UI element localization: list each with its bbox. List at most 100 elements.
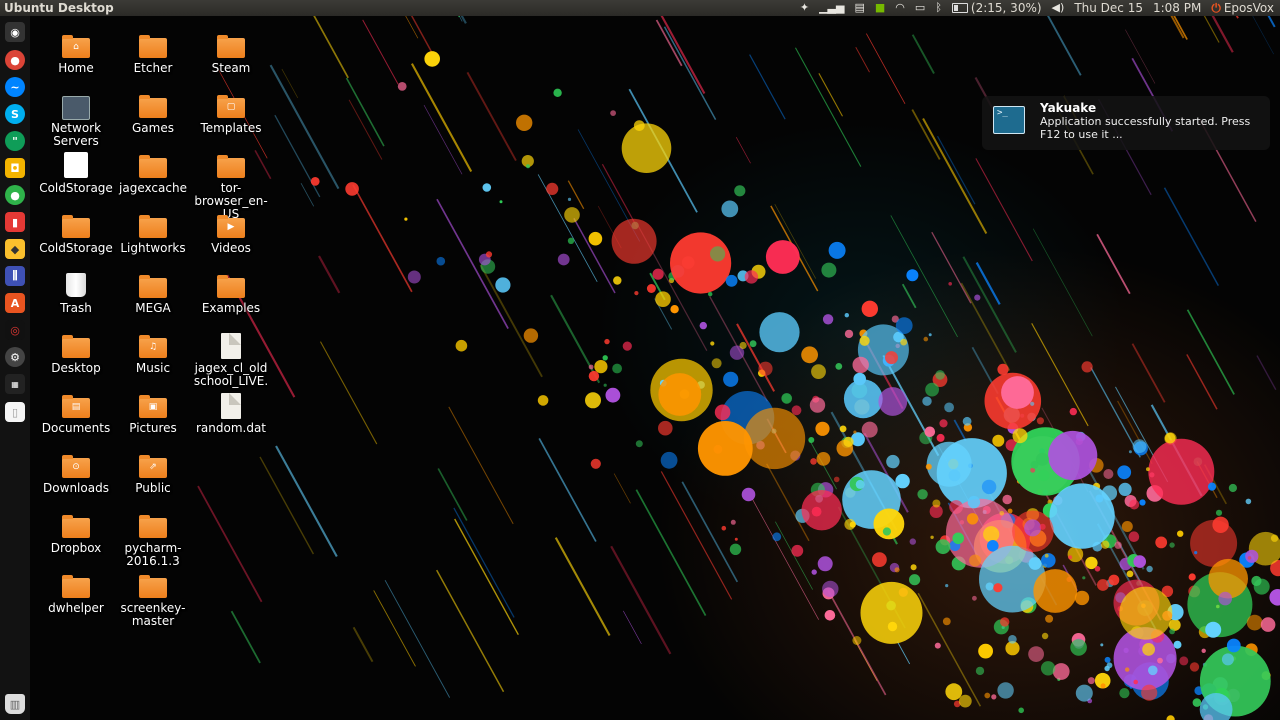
wallpaper-dot [759,312,800,353]
wallpaper-dot [1108,574,1120,586]
desktop-icon-trash[interactable]: Trash [38,273,114,315]
wallpaper-dot [1100,683,1106,689]
app-yellow-icon[interactable]: ◆ [5,239,25,259]
app-green-icon[interactable]: ● [5,185,25,205]
chrome-icon[interactable]: ● [5,50,25,70]
desktop-icon-examples[interactable]: Examples [193,275,269,315]
messenger-icon[interactable]: ~ [5,77,25,97]
software-center-icon[interactable]: A [5,293,25,313]
desktop-icon-coldstorage[interactable]: ColdStorage [38,152,114,195]
wallpaper-dot [1228,483,1237,493]
desktop-icon-music[interactable]: ♫ Music [115,335,191,375]
desktop-icon-templates[interactable]: ▢ Templates [193,95,269,135]
desktop-icon-dropbox[interactable]: Dropbox [38,515,114,555]
desktop-icon-etcher[interactable]: Etcher [115,35,191,75]
desktop-icon-public[interactable]: ⇗ Public [115,455,191,495]
wallpaper-dot [855,479,865,489]
desktop-icon-jagex-cl-oldschool-live[interactable]: jagex_cl_oldschool_LIVE.... [193,333,269,401]
wallpaper-streak [1031,323,1089,427]
wallpaper-dot [485,251,493,258]
desktop-icon-tor-browser-en-us[interactable]: tor-browser_en-US [193,155,269,221]
desktop-icon-label: MEGA [135,301,171,315]
wallpaper-dot [801,490,842,531]
wallpaper-dot [1000,617,1010,627]
wallpaper-dot [635,440,643,448]
folder-icon [62,215,90,238]
desktop-icon-documents[interactable]: ▤ Documents [38,395,114,435]
wallpaper-dot [1030,460,1039,469]
wallpaper-dot [936,433,945,442]
sysmonitor-indicator-icon[interactable]: ▁▃▅ [819,0,844,16]
desktop-icon-steam[interactable]: Steam [193,35,269,75]
desktop-icon-lightworks[interactable]: Lightworks [115,215,191,255]
wallpaper-streak [613,473,631,504]
battery-indicator[interactable]: (2:15, 30%) [951,0,1042,16]
wallpaper-streak [622,610,642,645]
wallpaper-dot [824,610,836,621]
skype-icon[interactable]: S [5,104,25,124]
wallpaper-dot [407,270,421,284]
desktop-icon-mega[interactable]: MEGA [115,275,191,315]
dropbox-indicator-icon[interactable]: ✦ [800,0,809,16]
desktop-icon-network-servers[interactable]: Network Servers [38,96,114,148]
wallpaper-dot [612,363,622,374]
date-indicator[interactable]: Thu Dec 15 [1074,0,1143,16]
wallpaper-streak [735,137,751,164]
hangouts-icon[interactable]: " [5,131,25,151]
wallpaper-dot [1094,566,1101,572]
mixer-icon[interactable]: ⫼ [5,266,25,286]
wallpaper-dot [1148,665,1158,676]
discord-icon[interactable]: ◘ [5,158,25,178]
desktop-icon-downloads[interactable]: ⊙ Downloads [38,455,114,495]
wallpaper-streak [660,471,733,600]
wallpaper-dot [1221,653,1234,666]
desktop-icon-dwhelper[interactable]: dwhelper [38,575,114,615]
nvidia-indicator-icon[interactable]: ■ [875,0,885,16]
volume-indicator-icon[interactable]: ◀) [1052,0,1065,16]
keyboard-indicator-icon[interactable]: ▤ [854,0,864,16]
blank-doc-icon[interactable]: ▯ [5,402,25,422]
wallpaper-dot [1215,509,1223,516]
folder-icon: ⌂ [62,35,90,58]
wallpaper-dot [729,543,742,555]
clock-indicator[interactable]: 1:08 PM [1153,0,1201,16]
bluetooth-indicator-icon[interactable]: ᛒ [935,0,942,16]
trash-icon[interactable]: ▥ [5,694,25,714]
desktop-icon-pycharm-2016-1-3[interactable]: pycharm-2016.1.3 [115,515,191,568]
wallpaper-streak [384,579,451,698]
keyboard-layout-icon[interactable]: ▭ [915,0,925,16]
wallpaper-dot [1040,661,1056,676]
wallpaper-dot [924,426,936,438]
desktop-icon-screenkey-master[interactable]: screenkey-master [115,575,191,628]
desktop-icon-jagexcache[interactable]: jagexcache [115,155,191,195]
desktop-icon-desktop[interactable]: Desktop [38,335,114,375]
desktop-icon-random-dat[interactable]: random.dat [193,393,269,435]
app-dark-icon[interactable]: ◎ [5,320,25,340]
app-red-icon[interactable]: ▮ [5,212,25,232]
session-indicator[interactable]: ⏻ EposVox [1211,0,1274,16]
wallpaper-dot [1247,556,1252,560]
desktop-icon-videos[interactable]: ▶ Videos [193,215,269,255]
panel-title: Ubuntu Desktop [4,1,114,15]
notification-title: Yakuake [1040,101,1097,115]
wallpaper-dot [739,341,747,350]
wallpaper-streak [911,109,941,160]
desktop-icon-pictures[interactable]: ▣ Pictures [115,395,191,435]
workspace-icon[interactable]: ▦ [5,374,25,394]
wallpaper-streak [1125,29,1156,84]
desktop-icon-coldstorage[interactable]: ColdStorage [38,215,114,255]
wallpaper-dot [436,256,446,266]
wallpaper-dot [1101,485,1118,501]
desktop-icon-games[interactable]: Games [115,95,191,135]
wallpaper-dot [1097,579,1109,591]
settings-icon[interactable]: ⚙ [5,347,25,367]
desktop-icon-home[interactable]: ⌂ Home [38,35,114,75]
folder-emblem-icon: ▶ [227,222,235,232]
wallpaper-dot [1100,643,1104,647]
wallpaper-dot [1007,508,1013,514]
wifi-indicator-icon[interactable]: ◠ [895,0,905,16]
wallpaper-dot [670,232,732,294]
wallpaper-streak [479,264,543,378]
wallpaper-dot [658,420,673,436]
dash-home-icon[interactable]: ◉ [5,22,25,42]
